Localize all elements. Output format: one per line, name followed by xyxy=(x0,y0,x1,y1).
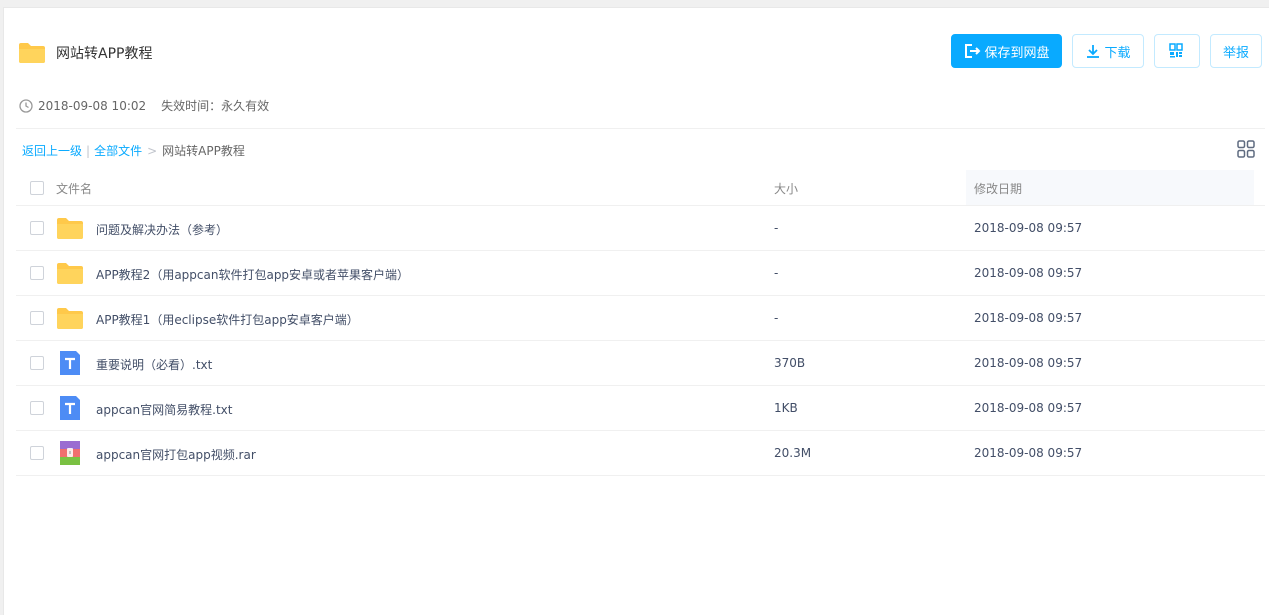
file-date: 2018-09-08 09:57 xyxy=(974,266,1083,280)
file-size: 20.3M xyxy=(774,446,812,460)
column-header-name[interactable]: 文件名 xyxy=(56,180,92,197)
file-name-link[interactable]: 重要说明（必看）.txt xyxy=(96,356,212,373)
file-name-link[interactable]: appcan官网简易教程.txt xyxy=(96,401,232,418)
report-button-label: 举报 xyxy=(1222,44,1249,60)
file-date: 2018-09-08 09:57 xyxy=(974,311,1083,325)
file-name-link[interactable]: APP教程2（用appcan软件打包app安卓或者苹果客户端） xyxy=(96,266,409,283)
folder-icon xyxy=(56,261,84,285)
file-date: 2018-09-08 09:57 xyxy=(974,356,1083,370)
file-name-link[interactable]: APP教程1（用eclipse软件打包app安卓客户端） xyxy=(96,311,359,328)
expire-time: 失效时间：永久有效 xyxy=(161,99,270,113)
save-icon xyxy=(965,44,981,58)
row-checkbox[interactable] xyxy=(30,401,44,415)
breadcrumb-back-link[interactable]: 返回上一级 xyxy=(22,142,82,159)
grid-view-icon[interactable] xyxy=(1237,140,1255,158)
created-time: 2018-09-08 10:02 xyxy=(38,98,147,113)
file-list: 问题及解决办法（参考） - 2018-09-08 09:57 APP教程2（用app… xyxy=(16,206,1265,476)
table-row[interactable]: APP教程2（用appcan软件打包app安卓或者苹果客户端） - 2018-09-… xyxy=(16,251,1265,296)
breadcrumb: 返回上一级 | 全部文件 > 网站转APP教程 xyxy=(22,142,245,159)
page-title: 网站转APP教程 xyxy=(56,46,153,62)
file-date: 2018-09-08 09:57 xyxy=(974,221,1083,235)
file-size: 370B xyxy=(774,356,806,370)
row-checkbox[interactable] xyxy=(30,446,44,460)
save-button-label: 保存到网盘 xyxy=(984,44,1050,60)
column-header-size[interactable]: 大小 xyxy=(774,180,798,197)
download-icon xyxy=(1087,45,1100,58)
table-row[interactable]: 重要说明（必看）.txt 370B 2018-09-08 09:57 xyxy=(16,341,1265,386)
clock-icon xyxy=(19,98,33,113)
select-all-checkbox[interactable] xyxy=(30,181,44,195)
table-row[interactable]: appcan官网简易教程.txt 1KB 2018-09-08 09:57 xyxy=(16,386,1265,431)
share-title-row: 网站转APP教程 xyxy=(18,42,152,64)
breadcrumb-all-files-link[interactable]: 全部文件 xyxy=(94,142,142,159)
download-button[interactable]: 下载 xyxy=(1072,34,1144,68)
file-date: 2018-09-08 09:57 xyxy=(974,401,1083,415)
folder-icon xyxy=(56,306,84,330)
table-row[interactable]: 问题及解决办法（参考） - 2018-09-08 09:57 xyxy=(16,206,1265,251)
save-to-netdisk-button[interactable]: 保存到网盘 xyxy=(951,34,1062,68)
text-file-icon xyxy=(56,351,84,375)
archive-file-icon xyxy=(56,441,84,465)
folder-icon xyxy=(56,216,84,240)
download-button-label: 下载 xyxy=(1104,44,1131,60)
text-file-icon xyxy=(56,396,84,420)
file-size: - xyxy=(774,266,779,280)
share-meta: 2018-09-08 10:02 失效时间：永久有效 xyxy=(19,97,269,114)
row-checkbox[interactable] xyxy=(30,311,44,325)
file-size: 1KB xyxy=(774,401,798,415)
table-row[interactable]: appcan官网打包app视频.rar 20.3M 2018-09-08 09:57 xyxy=(16,431,1265,476)
qrcode-icon xyxy=(1168,43,1183,58)
row-checkbox[interactable] xyxy=(30,356,44,370)
file-table-header: 文件名 大小 修改日期 xyxy=(16,170,1265,206)
action-bar: 保存到网盘 下载 举报 xyxy=(951,34,1262,68)
breadcrumb-separator: > xyxy=(147,143,158,158)
folder-icon xyxy=(19,43,45,63)
divider xyxy=(16,128,1265,129)
share-panel: 网站转APP教程 保存到网盘 下载 举报 2018-09-08 10:02 失效… xyxy=(3,7,1269,615)
file-name-link[interactable]: appcan官网打包app视频.rar xyxy=(96,446,256,463)
file-date: 2018-09-08 09:57 xyxy=(974,446,1083,460)
breadcrumb-pipe: | xyxy=(86,143,91,158)
report-button[interactable]: 举报 xyxy=(1210,34,1262,68)
file-size: - xyxy=(774,221,779,235)
qrcode-button[interactable] xyxy=(1154,34,1200,68)
file-size: - xyxy=(774,311,779,325)
file-name-link[interactable]: 问题及解决办法（参考） xyxy=(96,221,228,238)
column-header-date[interactable]: 修改日期 xyxy=(974,180,1022,197)
row-checkbox[interactable] xyxy=(30,221,44,235)
breadcrumb-current: 网站转APP教程 xyxy=(162,144,245,158)
table-row[interactable]: APP教程1（用eclipse软件打包app安卓客户端） - 2018-09-08 … xyxy=(16,296,1265,341)
row-checkbox[interactable] xyxy=(30,266,44,280)
